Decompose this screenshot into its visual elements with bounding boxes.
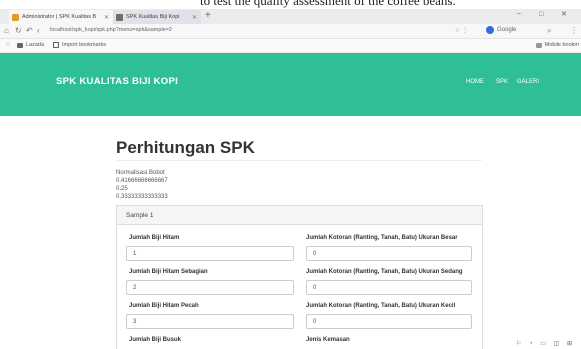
browser-tab-bar: Administrator | SPK Kualitas B ✕ SPK Kua…	[0, 9, 581, 24]
field-label-jenis-kemasan: Jenis Kemasan	[306, 337, 350, 343]
folder-icon	[535, 42, 542, 48]
tab-spk[interactable]: SPK Kualitas Biji Kopi ✕	[113, 10, 201, 24]
bookmark-label: Import bookmarks	[62, 42, 107, 48]
menu-icon[interactable]: ⋮	[570, 26, 578, 35]
biji-hitam-input[interactable]: 1	[126, 246, 294, 261]
window-controls[interactable]: − □ ✕	[517, 10, 575, 18]
bookmarks-bar: ☆ Lazada Import bookmarks Mobile bookm	[0, 39, 581, 53]
page-title: Perhitungan SPK	[116, 138, 255, 157]
bookmark-star-icon[interactable]: ☆	[5, 40, 11, 48]
new-tab-button[interactable]: +	[205, 10, 211, 21]
nav-spk[interactable]: SPK	[496, 79, 508, 85]
biji-hitam-sebagian-input[interactable]: 2	[126, 280, 294, 295]
import-icon	[53, 42, 59, 48]
close-tab-icon[interactable]: ✕	[104, 14, 109, 21]
weight-value: 0.25	[116, 186, 128, 192]
bookmark-label: Lazada	[26, 42, 45, 48]
kotoran-besar-input[interactable]: 0	[306, 246, 472, 261]
field-label-kotoran-sedang: Jumlah Kotoran (Ranting, Tanah, Batu) Uk…	[306, 269, 463, 275]
nav-galeri[interactable]: GALERI	[517, 79, 539, 85]
field-label-biji-hitam-sebagian: Jumlah Biji Hitam Sebagian	[129, 269, 208, 275]
field-label-biji-hitam: Jumlah Biji Hitam	[129, 235, 180, 241]
favicon-icon	[12, 13, 19, 21]
folder-icon	[17, 42, 23, 48]
favicon-icon	[116, 13, 123, 21]
search-icon[interactable]: ⌕	[547, 26, 551, 36]
kotoran-sedang-input[interactable]: 0	[306, 280, 472, 295]
bookmark-mobile[interactable]: Mobile bookm	[535, 42, 579, 48]
normalisasi-label: Normalisasi Bobot	[116, 170, 165, 176]
field-label-kotoran-besar: Jumlah Kotoran (Ranting, Tanah, Batu) Uk…	[306, 235, 458, 241]
close-tab-icon[interactable]: ✕	[192, 14, 197, 21]
bookmark-label: Mobile bookm	[544, 42, 579, 48]
field-label-kotoran-kecil: Jumlah Kotoran (Ranting, Tanah, Batu) Uk…	[306, 303, 456, 309]
bookmark-import[interactable]: Import bookmarks	[53, 42, 106, 48]
title-divider	[116, 160, 482, 161]
sample-panel: Sample 1 Jumlah Biji Hitam 1 Jumlah Biji…	[116, 205, 483, 349]
refresh-icon[interactable]: ↻	[15, 26, 22, 35]
undo-icon[interactable]: ↶	[26, 26, 33, 35]
document-caption: to test the quality assessment of the co…	[0, 0, 581, 9]
tab-label: SPK Kualitas Biji Kopi	[126, 14, 180, 20]
address-input[interactable]: localhost/spk_kopi/spk.php?menu=spk&samp…	[50, 27, 172, 33]
panel-title: Sample 1	[117, 206, 482, 225]
weight-value: 0.33333333333333	[116, 194, 168, 200]
search-engine-label: Google	[497, 27, 517, 33]
browser-toolbar: ⌂ ↻ ↶ ‹ localhost/spk_kopi/spk.php?menu=…	[0, 24, 581, 39]
field-label-biji-hitam-pecah: Jumlah Biji Hitam Pecah	[129, 303, 199, 309]
bookmark-star-icon[interactable]: ☆ ⋮	[455, 27, 468, 34]
tab-admin[interactable]: Administrator | SPK Kualitas B ✕	[9, 10, 113, 24]
search-engine-select[interactable]: Google	[486, 26, 516, 34]
bookmark-lazada[interactable]: Lazada	[17, 42, 44, 48]
biji-hitam-pecah-input[interactable]: 3	[126, 314, 294, 329]
search-engine-logo-icon	[486, 26, 494, 34]
app-header: SPK KUALITAS BIJI KOPI HOME SPK GALERI	[0, 53, 581, 116]
back-icon[interactable]: ‹	[37, 26, 40, 35]
kotoran-kecil-input[interactable]: 0	[306, 314, 472, 329]
home-icon[interactable]: ⌂	[4, 26, 9, 35]
tab-label: Administrator | SPK Kualitas B	[22, 14, 97, 20]
weight-value: 0.41666666666667	[116, 178, 168, 184]
status-tray-icons: ⚐ ◔ ▭ ◫ ⊞	[515, 341, 575, 347]
brand-logo[interactable]: SPK KUALITAS BIJI KOPI	[56, 76, 178, 87]
field-label-biji-busuk: Jumlah Biji Busuk	[129, 337, 182, 343]
caption-text: to test the quality assessment of the co…	[200, 0, 456, 8]
nav-home[interactable]: HOME	[466, 79, 484, 85]
